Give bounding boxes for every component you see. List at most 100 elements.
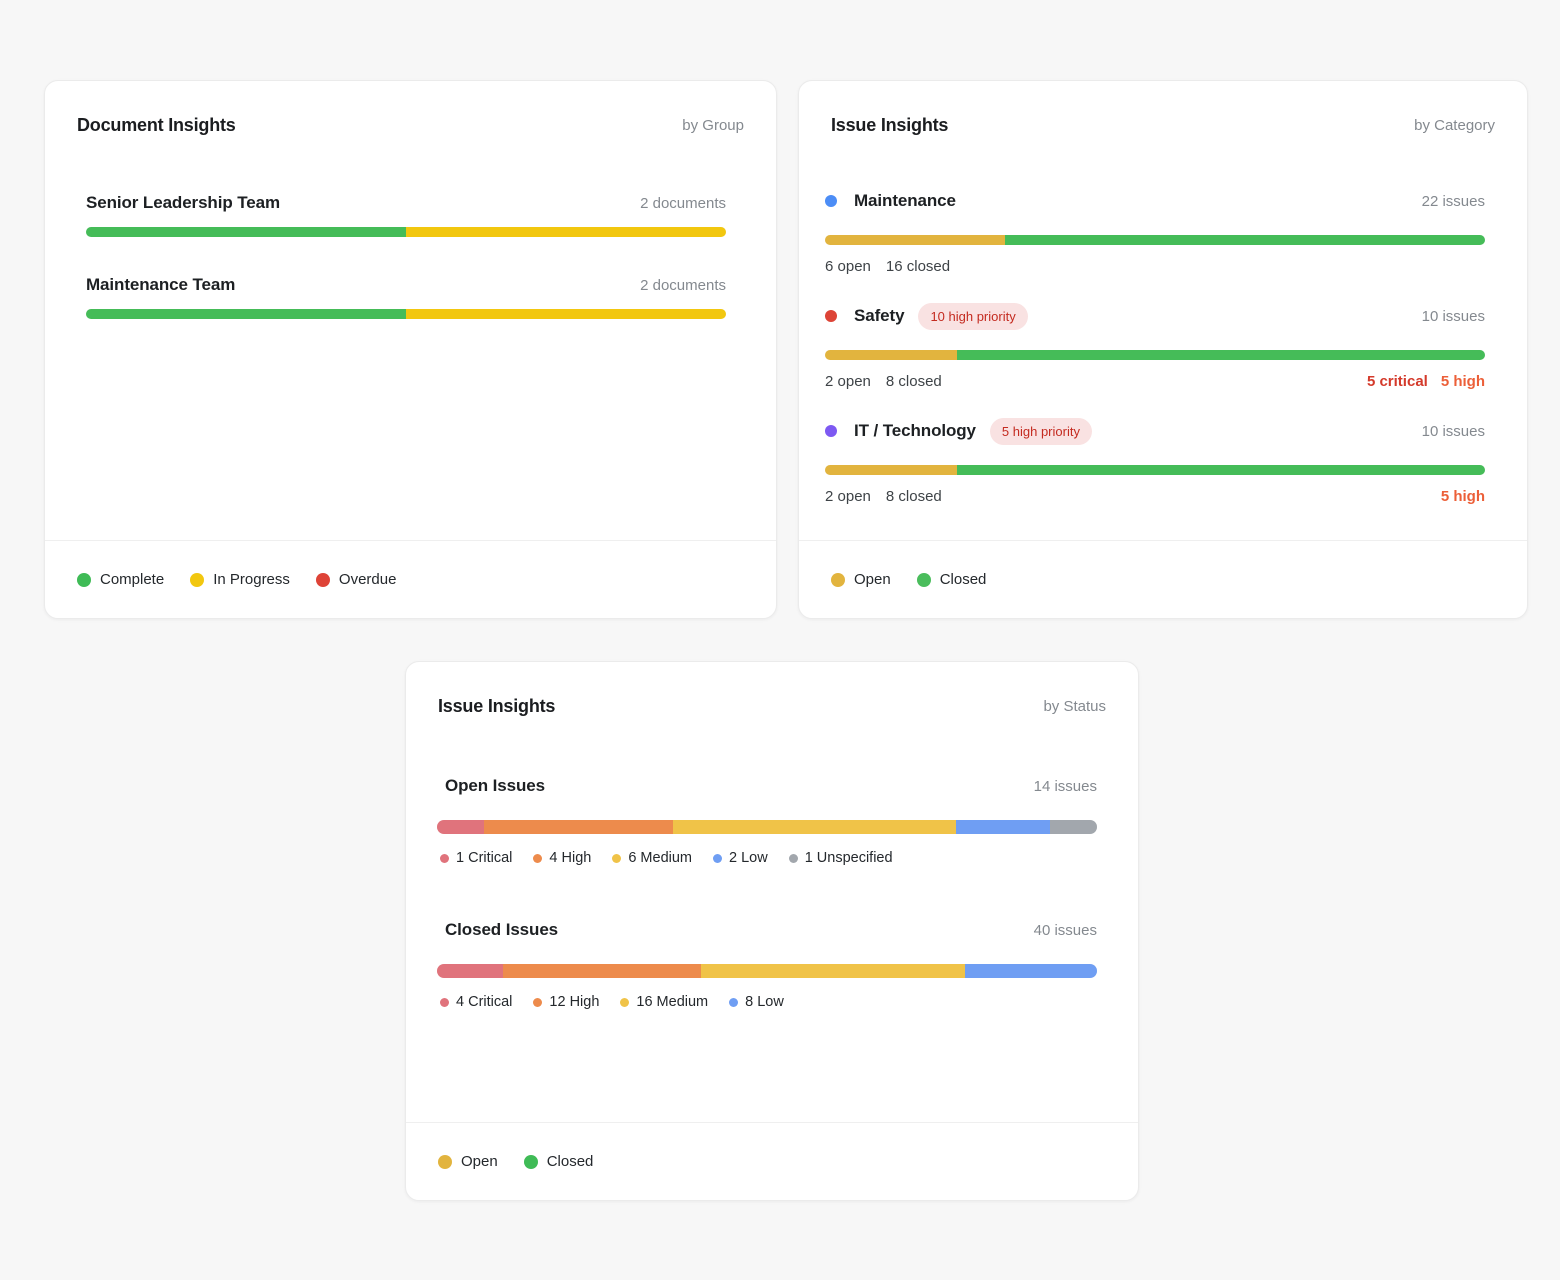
legend-item-overdue: Overdue (316, 571, 397, 588)
legend-label: 8 Low (745, 994, 784, 1010)
card-title: Issue Insights (831, 115, 948, 136)
bar-segment-unspecified (1050, 820, 1097, 834)
open-count: 6 open (825, 258, 871, 280)
critical-dot-icon (440, 854, 449, 863)
bar-segment-in-progress (406, 309, 726, 319)
row-subtext: 2 open 8 closed 5 high (825, 488, 1485, 510)
overdue-dot-icon (316, 573, 330, 587)
bar-segment-open (825, 350, 957, 360)
issue-status-bar (825, 465, 1485, 475)
bar-segment-low (965, 964, 1097, 978)
row-header: Safety 10 high priority 10 issues (825, 302, 1485, 330)
severity-legend: 1 Critical 4 High 6 Medium 2 Low 1 Unspe… (440, 850, 1097, 866)
row-subtext: 6 open 16 closed (825, 258, 1485, 280)
severity-bar (437, 820, 1097, 834)
legend-label: 12 High (549, 994, 599, 1010)
priority-notes: 5 high (1441, 488, 1485, 510)
high-note: 5 high (1441, 488, 1485, 510)
legend-item-low: 8 Low (729, 994, 784, 1010)
group-name: Senior Leadership Team (86, 193, 280, 213)
legend-label: Overdue (339, 571, 397, 588)
bar-segment-high (503, 964, 701, 978)
category-by-label: by Category (1414, 117, 1495, 134)
card-title: Issue Insights (438, 696, 555, 717)
category-dot-icon (825, 195, 837, 207)
category-row-maintenance: Maintenance 22 issues 6 open 16 closed (825, 187, 1485, 280)
document-status-bar (86, 309, 726, 319)
legend-label: Complete (100, 571, 164, 588)
document-count: 2 documents (640, 195, 726, 212)
legend-label: In Progress (213, 571, 290, 588)
issue-insights-status-card: Issue Insights by Status Open Issues 14 … (405, 661, 1139, 1201)
legend-label: 4 High (549, 850, 591, 866)
row-subtext: 2 open 8 closed 5 critical 5 high (825, 373, 1485, 395)
legend-item-high: 4 High (533, 850, 591, 866)
status-name: Closed Issues (445, 920, 558, 940)
severity-bar (437, 964, 1097, 978)
legend-label: Open (854, 571, 891, 588)
open-dot-icon (438, 1155, 452, 1169)
legend-label: 1 Critical (456, 850, 512, 866)
open-count: 2 open (825, 488, 871, 510)
bar-segment-closed (957, 350, 1485, 360)
card-legend: Open Closed (406, 1122, 1138, 1200)
issue-count: 10 issues (1422, 423, 1485, 440)
severity-legend: 4 Critical 12 High 16 Medium 8 Low (440, 994, 1097, 1010)
closed-count: 16 closed (886, 258, 950, 280)
issue-count: 10 issues (1422, 308, 1485, 325)
high-dot-icon (533, 854, 542, 863)
high-priority-badge: 5 high priority (990, 418, 1092, 445)
bar-segment-medium (701, 964, 965, 978)
status-row-closed-issues: Closed Issues 40 issues 4 Critical 12 Hi… (437, 918, 1097, 1010)
legend-item-critical: 4 Critical (440, 994, 512, 1010)
open-closed-counts: 2 open 8 closed (825, 488, 942, 510)
unspecified-dot-icon (789, 854, 798, 863)
row-header: Maintenance Team 2 documents (86, 273, 726, 297)
legend-item-open: Open (831, 571, 891, 588)
critical-note: 5 critical (1367, 373, 1428, 395)
row-header: Closed Issues 40 issues (445, 918, 1097, 942)
bar-segment-open (825, 465, 957, 475)
issue-count: 40 issues (1034, 922, 1097, 939)
legend-label: 6 Medium (628, 850, 692, 866)
category-name: IT / Technology (854, 421, 976, 441)
legend-label: 2 Low (729, 850, 768, 866)
open-dot-icon (831, 573, 845, 587)
category-name: Maintenance (854, 191, 956, 211)
legend-item-closed: Closed (917, 571, 987, 588)
bar-segment-in-progress (406, 227, 726, 237)
closed-count: 8 closed (886, 488, 942, 510)
legend-label: 4 Critical (456, 994, 512, 1010)
complete-dot-icon (77, 573, 91, 587)
legend-item-closed: Closed (524, 1153, 594, 1170)
legend-item-medium: 6 Medium (612, 850, 692, 866)
group-name: Maintenance Team (86, 275, 235, 295)
legend-label: Open (461, 1153, 498, 1170)
bar-segment-critical (437, 820, 484, 834)
card-legend: Complete In Progress Overdue (45, 540, 776, 618)
card-title: Document Insights (77, 115, 236, 136)
status-by-label: by Status (1043, 698, 1106, 715)
bar-segment-critical (437, 964, 503, 978)
category-name: Safety (854, 306, 904, 326)
document-status-bar (86, 227, 726, 237)
issue-insights-category-card: Issue Insights by Category Maintenance 2… (798, 80, 1528, 619)
bar-segment-complete (86, 309, 406, 319)
legend-item-medium: 16 Medium (620, 994, 708, 1010)
document-count: 2 documents (640, 277, 726, 294)
low-dot-icon (729, 998, 738, 1007)
bar-segment-closed (957, 465, 1485, 475)
card-header: Issue Insights by Status (406, 662, 1138, 718)
legend-label: 16 Medium (636, 994, 708, 1010)
legend-label: 1 Unspecified (805, 850, 893, 866)
priority-notes: 5 critical 5 high (1367, 373, 1485, 395)
issue-count: 22 issues (1422, 193, 1485, 210)
card-body: Open Issues 14 issues 1 Critical 4 High (406, 774, 1138, 1010)
row-header: Senior Leadership Team 2 documents (86, 191, 726, 215)
issue-status-bar (825, 350, 1485, 360)
legend-item-complete: Complete (77, 571, 164, 588)
open-closed-counts: 6 open 16 closed (825, 258, 950, 280)
category-row-safety: Safety 10 high priority 10 issues 2 open… (825, 302, 1485, 395)
group-row-senior-leadership: Senior Leadership Team 2 documents (86, 191, 726, 237)
low-dot-icon (713, 854, 722, 863)
